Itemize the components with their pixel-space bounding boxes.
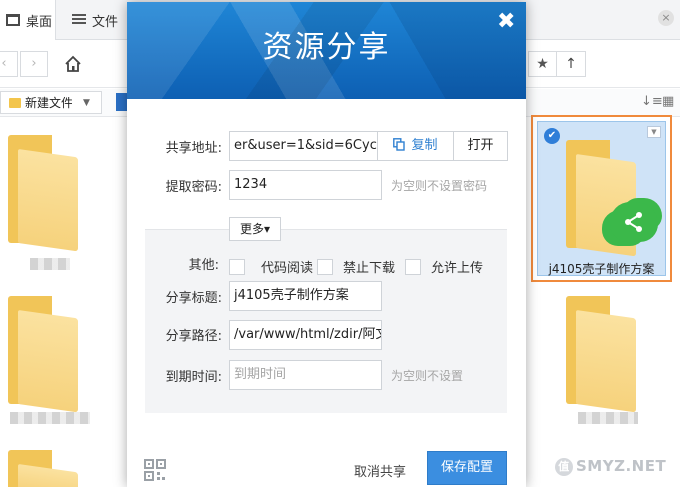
selected-folder-name: j4105壳子制作方案 (548, 262, 655, 276)
cancel-share-button[interactable]: 取消共享 (354, 461, 406, 480)
option-code-read[interactable]: 代码阅读 (229, 257, 313, 276)
share-cloud-icon (610, 202, 658, 242)
folder-item[interactable] (8, 296, 78, 413)
save-config-button[interactable]: 保存配置 (427, 451, 507, 485)
option-no-download[interactable]: 禁止下载 (317, 257, 395, 276)
selected-folder[interactable]: ✔ ▼ j4105壳子制作方案 (537, 121, 666, 276)
folder-icon (9, 97, 21, 108)
home-icon[interactable] (64, 55, 82, 73)
tab-desktop-label: 桌面 (26, 14, 53, 30)
watermark-logo-icon: 值 (555, 457, 573, 476)
checkbox[interactable] (405, 258, 421, 275)
share-url-label: 共享地址: (165, 141, 222, 156)
view-mode-icon[interactable]: ▦ (662, 94, 674, 109)
checkbox[interactable] (229, 258, 245, 275)
favorite-star-icon[interactable]: ★ (528, 51, 556, 77)
sort-icon[interactable]: ↓≡ (641, 94, 663, 109)
copy-icon (393, 138, 406, 151)
up-level-button[interactable]: ↑ (556, 51, 586, 77)
selected-folder-card[interactable]: ✔ ▼ j4105壳子制作方案 (531, 115, 672, 282)
copy-label: 复制 (411, 138, 438, 153)
new-folder-dropdown[interactable]: ▼ (72, 91, 102, 114)
folder-label-blurred (578, 412, 638, 424)
close-icon[interactable]: ✖ (497, 11, 515, 33)
folder-menu-dropdown[interactable]: ▼ (647, 126, 661, 138)
other-label: 其他: (188, 258, 219, 273)
copy-button[interactable]: 复制 (378, 131, 454, 161)
share-title-label: 分享标题: (165, 291, 222, 306)
code-input[interactable]: 1234 (229, 170, 382, 200)
back-button[interactable]: ‹ (0, 51, 18, 77)
option-label: 代码阅读 (261, 261, 314, 276)
desktop-icon (6, 14, 20, 26)
expire-input[interactable]: 到期时间 (229, 360, 382, 390)
share-path-input[interactable]: /var/www/html/zdir/阿文菌 (229, 320, 382, 350)
expire-label: 到期时间: (165, 370, 222, 385)
tab-files-label: 文件 (92, 14, 119, 30)
more-button[interactable]: 更多▾ (229, 217, 281, 241)
share-url-input[interactable]: er&user=1&sid=6CycfenW (229, 131, 378, 161)
folder-item[interactable] (566, 296, 636, 413)
share-dialog: 资源分享 ✖ 共享地址: er&user=1&sid=6CycfenW 复制 打… (127, 2, 526, 487)
selected-check-icon[interactable]: ✔ (544, 128, 560, 144)
tab-close-icon[interactable]: × (658, 10, 674, 26)
option-allow-upload[interactable]: 允许上传 (405, 257, 483, 276)
tab-desktop[interactable]: 桌面 (0, 0, 56, 40)
share-title-input[interactable]: j4105壳子制作方案 (229, 281, 382, 311)
folder-item[interactable] (8, 135, 78, 252)
folder-label-blurred (10, 412, 90, 424)
option-label: 禁止下载 (343, 261, 396, 276)
dialog-header: 资源分享 ✖ (127, 2, 526, 99)
share-icon (625, 212, 642, 232)
expire-hint: 为空则不设置 (391, 369, 464, 383)
dialog-title: 资源分享 (262, 30, 391, 65)
watermark: 值 SMYZ.NET (555, 457, 666, 476)
folder-item[interactable] (8, 450, 78, 487)
option-label: 允许上传 (431, 261, 484, 276)
share-path-label: 分享路径: (165, 329, 222, 344)
code-hint: 为空则不设置密码 (391, 179, 488, 193)
folder-label-blurred (30, 258, 70, 270)
file-list-icon (72, 14, 86, 26)
qr-code-icon[interactable] (144, 459, 166, 481)
open-button[interactable]: 打开 (454, 131, 508, 161)
watermark-text: SMYZ.NET (576, 457, 667, 475)
code-label: 提取密码: (165, 180, 222, 195)
forward-button[interactable]: › (20, 51, 48, 77)
checkbox[interactable] (317, 258, 333, 275)
